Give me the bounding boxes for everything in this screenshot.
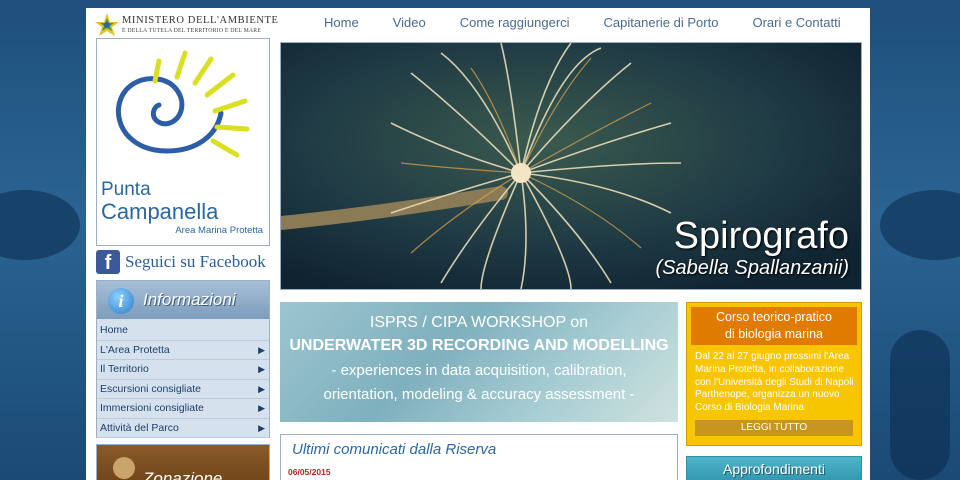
workshop-line4: orientation, modeling & accuracy assessm… (323, 386, 635, 403)
menu-item-area-protetta[interactable]: L'Area Protetta ▶ (97, 341, 269, 360)
menu-item-label: Escursioni consigliate (100, 382, 201, 395)
facebook-link[interactable]: f Seguici su Facebook (96, 250, 270, 276)
ministry-subtitle: E DELLA TUTELA DEL TERRITORIO E DEL MARE (122, 28, 262, 34)
info-menu: Home L'Area Protetta ▶ Il Territorio ▶ Esc… (97, 321, 269, 438)
menu-item-territorio[interactable]: Il Territorio ▶ (97, 360, 269, 380)
info-panel: i Informazioni Home L'Area Protetta ▶ Il … (96, 280, 270, 438)
workshop-line2: UNDERWATER 3D RECORDING AND MODELLING (289, 337, 669, 354)
logo-subtitle: Area Marina Protetta (175, 225, 263, 236)
chevron-right-icon: ▶ (258, 364, 265, 374)
info-header: i Informazioni (97, 281, 269, 319)
read-more-button[interactable]: LEGGI TUTTO (695, 420, 853, 436)
chevron-right-icon: ▶ (258, 383, 265, 394)
course-description: Dal 22 al 27 giugno prossimi l'Area Mari… (695, 351, 854, 414)
menu-item-label: Immersioni consigliate (100, 402, 204, 414)
news-date: 06/05/2015 (288, 467, 331, 477)
menu-item-label: Home (100, 324, 129, 336)
nav-home[interactable]: Home (324, 15, 359, 35)
workshop-line3: - experiences in data acquisition, calib… (331, 362, 627, 379)
hero-caption: Spirografo (673, 215, 849, 257)
nav-capitanerie[interactable]: Capitanerie di Porto (604, 15, 719, 35)
menu-item-attivita[interactable]: Attività del Parco ▶ (97, 419, 269, 438)
course-title: Corso teorico-pratico di biologia marina (691, 307, 857, 345)
approfondimenti-panel[interactable]: Approfondimenti (686, 456, 862, 480)
menu-item-label: Il Territorio (100, 363, 149, 375)
workshop-banner[interactable]: ISPRS / CIPA WORKSHOP on UNDERWATER 3D R… (280, 302, 678, 422)
logo-name-line1: Punta (101, 179, 151, 200)
logo-name-line2: Campanella (101, 199, 219, 224)
background-fish-right (880, 190, 960, 260)
chevron-right-icon: ▶ (258, 422, 265, 433)
menu-item-immersioni[interactable]: Immersioni consigliate ▶ (97, 399, 269, 419)
chevron-right-icon: ▶ (258, 403, 265, 413)
info-title: Informazioni (143, 290, 236, 309)
main-nav: Home Video Come raggiungerci Capitanerie… (324, 15, 841, 35)
facebook-label: Seguici su Facebook (125, 252, 266, 271)
star-logo-icon (95, 13, 119, 36)
menu-item-label: L'Area Protetta (100, 343, 170, 356)
menu-item-label: Attività del Parco (100, 421, 179, 434)
nav-orari-contatti[interactable]: Orari e Contatti (752, 15, 840, 35)
hero-banner[interactable]: Spirografo (Sabella Spallanzanii) (280, 42, 862, 290)
hero-caption-latin: (Sabella Spallanzanii) (655, 257, 849, 279)
chevron-right-icon: ▶ (258, 344, 265, 355)
nav-come-raggiungerci[interactable]: Come raggiungerci (460, 15, 570, 35)
park-logo[interactable]: Punta Campanella Area Marina Protetta (96, 38, 270, 246)
ministry-title: MINISTERO DELL'AMBIENTE (122, 15, 279, 26)
page-container: MINISTERO DELL'AMBIENTE E DELLA TUTELA D… (86, 8, 870, 480)
course-title-line1: Corso teorico-pratico (715, 310, 832, 324)
news-panel: Ultimi comunicati dalla Riserva 06/05/20… (280, 434, 678, 480)
facebook-icon: f (96, 250, 120, 274)
zonazione-title: Zonazione (143, 469, 223, 480)
nav-video[interactable]: Video (393, 15, 426, 35)
pin-icon (113, 457, 135, 479)
menu-item-escursioni[interactable]: Escursioni consigliate ▶ (97, 380, 269, 399)
info-icon: i (108, 288, 134, 314)
background-seaweed-right (890, 330, 950, 480)
sun-spiral-icon (115, 50, 250, 158)
menu-item-home[interactable]: Home (97, 321, 269, 341)
course-panel: Corso teorico-pratico di biologia marina… (686, 302, 862, 446)
ministry-logo[interactable]: MINISTERO DELL'AMBIENTE E DELLA TUTELA D… (94, 12, 278, 40)
zonazione-panel[interactable]: Zonazione (96, 444, 270, 480)
workshop-line1: ISPRS / CIPA WORKSHOP on (369, 314, 589, 331)
course-title-line2: di biologia marina (725, 327, 823, 341)
background-fish-left (0, 190, 80, 260)
news-title: Ultimi comunicati dalla Riserva (292, 441, 497, 458)
approfondimenti-title: Approfondimenti (723, 461, 825, 477)
